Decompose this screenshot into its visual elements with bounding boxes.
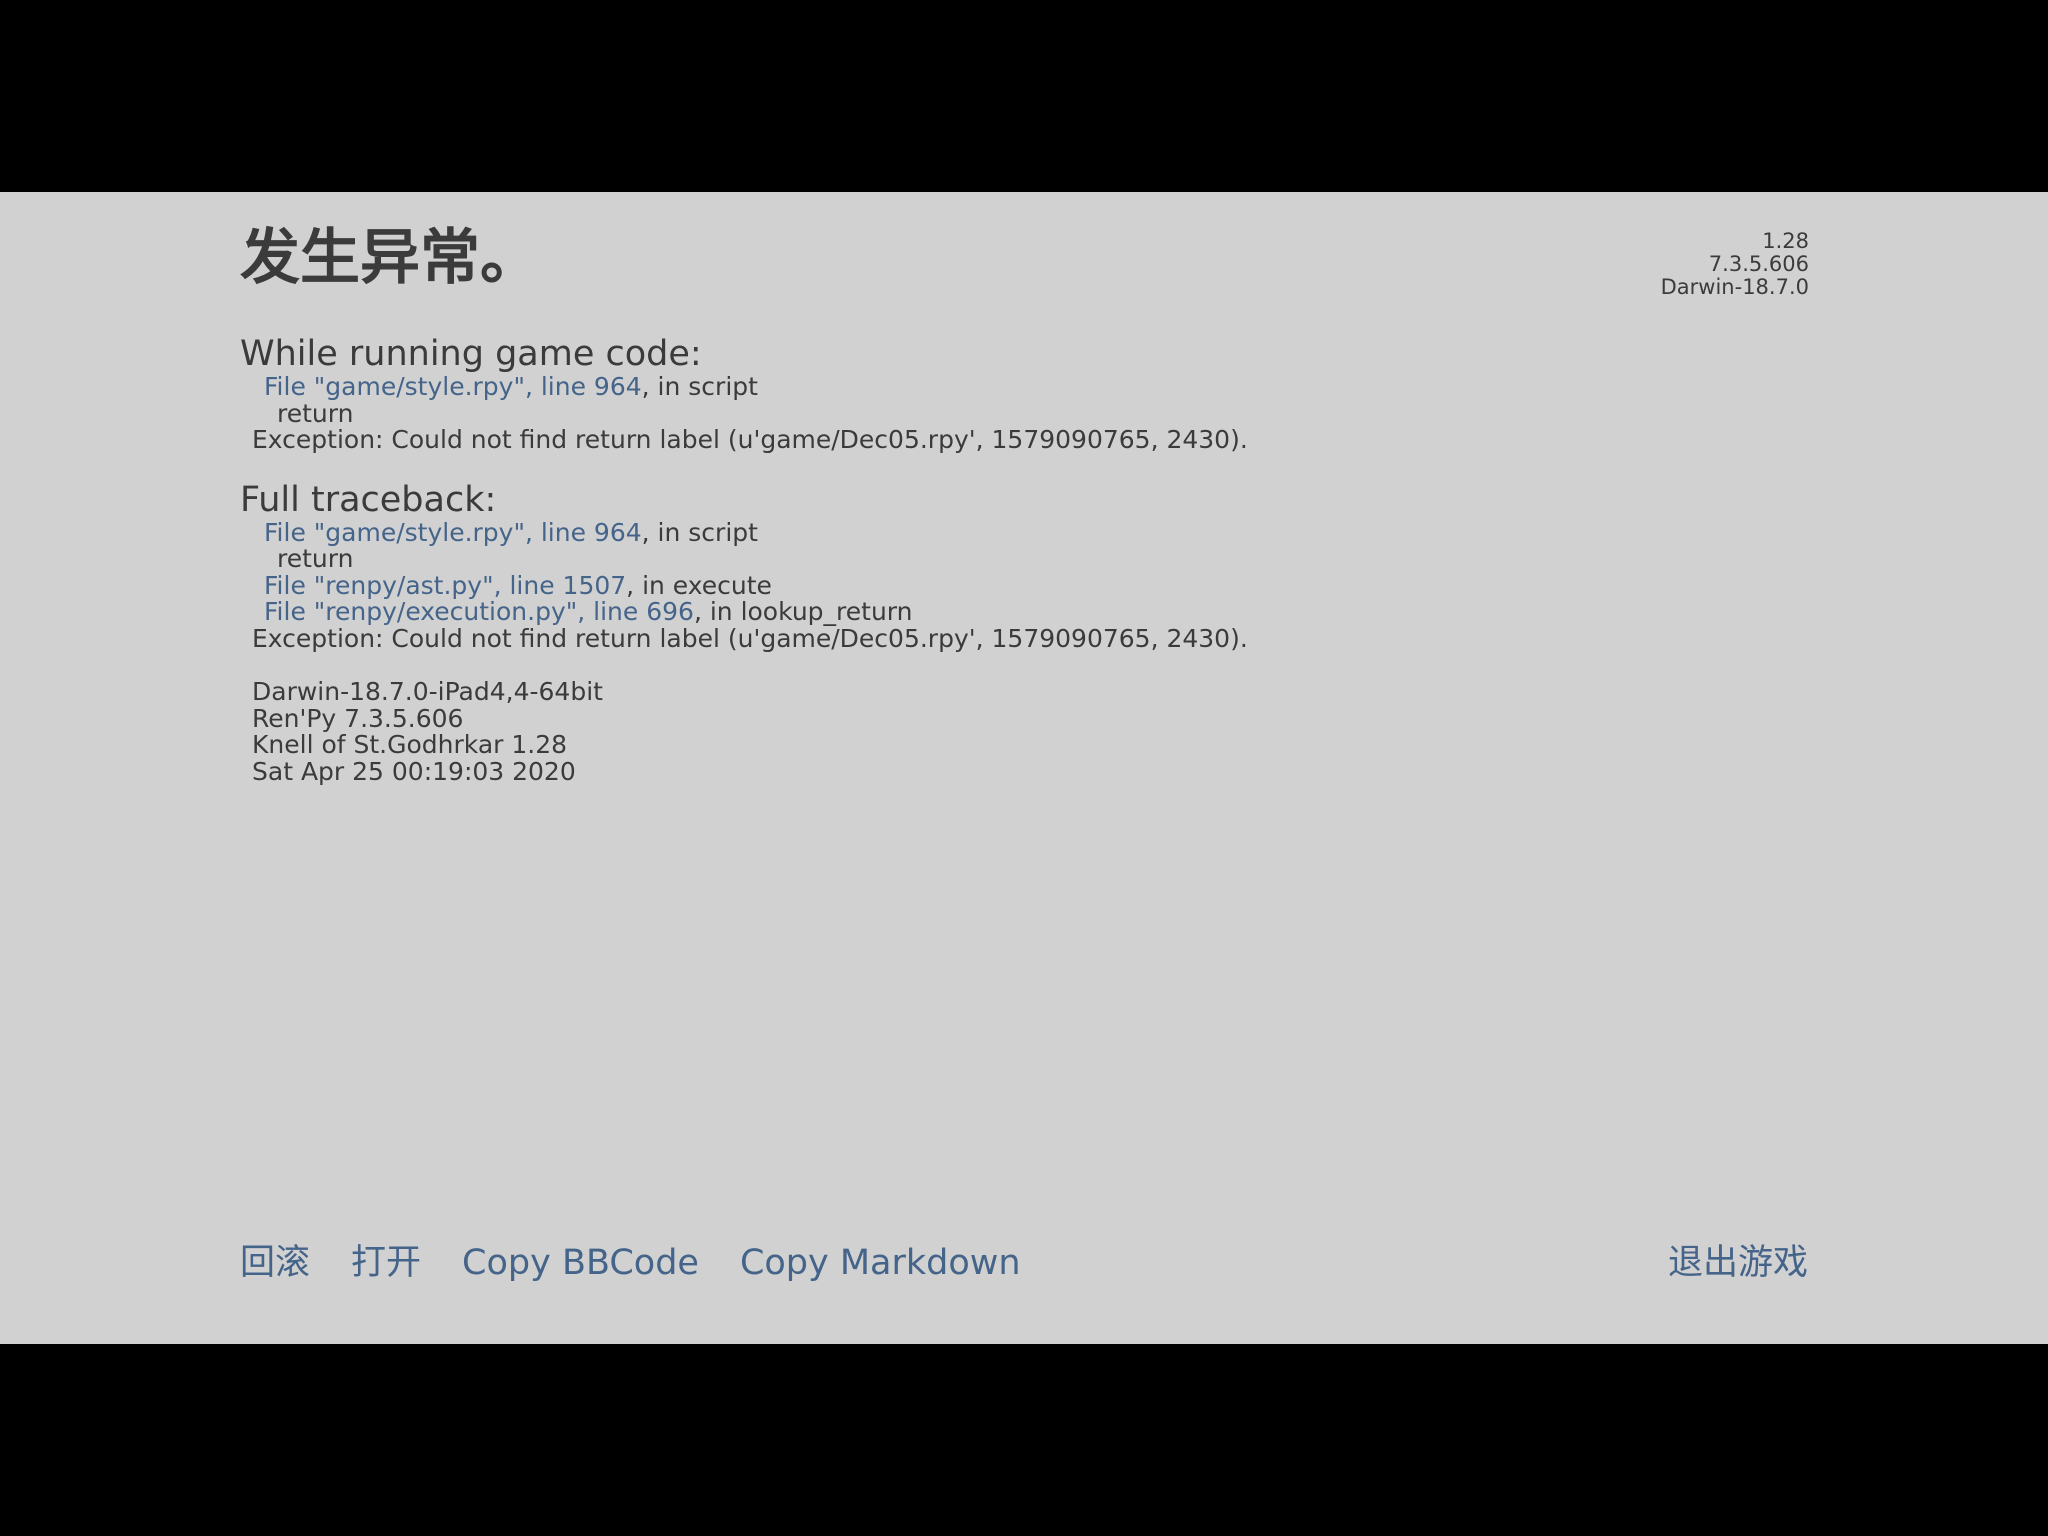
file-context: , in lookup_return: [693, 597, 913, 626]
traceback-code-line: return: [277, 544, 354, 573]
traceback-file-line: File "renpy/execution.py", line 696, in …: [240, 597, 1800, 626]
running-heading: While running game code:: [240, 334, 702, 374]
running-traceback: File "game/style.rpy", line 964, in scri…: [240, 372, 1800, 454]
game-version: 1.28: [1762, 229, 1809, 253]
file-context: , in script: [641, 517, 758, 547]
action-bar-left: 回滚 打开 Copy BBCode Copy Markdown: [240, 1241, 1062, 1285]
quit-button[interactable]: 退出游戏: [1668, 1243, 1808, 1283]
action-bar: 回滚 打开 Copy BBCode Copy Markdown 退出游戏: [240, 1241, 1808, 1291]
exception-message: Exception: Could not find return label (…: [252, 623, 1248, 653]
system-info-line: Darwin-18.7.0-iPad4,4-64bit: [252, 677, 603, 706]
rollback-button[interactable]: 回滚: [240, 1241, 310, 1285]
renpy-version: 7.3.5.606: [1708, 252, 1809, 276]
letterbox-top: [0, 0, 2048, 192]
exception-screen: 发生异常。 1.28 7.3.5.606 Darwin-18.7.0 While…: [0, 192, 2048, 1344]
file-link[interactable]: File "renpy/ast.py", line 1507: [264, 571, 626, 600]
exception-message: Exception: Could not find return label (…: [252, 425, 1248, 454]
system-info: Darwin-18.7.0-iPad4,4-64bit Ren'Py 7.3.5…: [240, 677, 1800, 786]
traceback-code-line: return: [277, 398, 354, 428]
file-context: , in execute: [626, 570, 772, 600]
traceback-content: While running game code: File "game/styl…: [240, 334, 1800, 785]
action-bar-right: 退出游戏: [1668, 1241, 1808, 1285]
platform-version: Darwin-18.7.0: [1660, 275, 1809, 299]
full-traceback-heading: Full traceback:: [240, 479, 497, 520]
page-title: 发生异常。: [240, 223, 540, 293]
file-link[interactable]: File "game/style.rpy", line 964: [264, 518, 642, 547]
open-button[interactable]: 打开: [351, 1241, 421, 1285]
traceback-file-line: File "game/style.rpy", line 964, in scri…: [240, 517, 1800, 547]
file-link[interactable]: File "game/style.rpy", line 964: [264, 372, 642, 401]
traceback-file-line: File "game/style.rpy", line 964, in scri…: [240, 372, 1800, 401]
file-link[interactable]: File "renpy/execution.py", line 696: [264, 597, 694, 626]
copy-markdown-button[interactable]: Copy Markdown: [740, 1241, 1021, 1285]
system-info-line: Sat Apr 25 00:19:03 2020: [252, 756, 576, 786]
traceback-file-line: File "renpy/ast.py", line 1507, in execu…: [240, 570, 1800, 600]
file-context: , in script: [641, 372, 758, 401]
version-info: 1.28 7.3.5.606 Darwin-18.7.0: [1661, 230, 1809, 299]
system-info-line: Ren'Py 7.3.5.606: [252, 703, 464, 733]
full-traceback: File "game/style.rpy", line 964, in scri…: [240, 517, 1800, 653]
letterbox-bottom: [0, 1344, 2048, 1536]
copy-bbcode-button[interactable]: Copy BBCode: [462, 1241, 699, 1285]
system-info-line: Knell of St.Godhrkar 1.28: [252, 730, 568, 759]
